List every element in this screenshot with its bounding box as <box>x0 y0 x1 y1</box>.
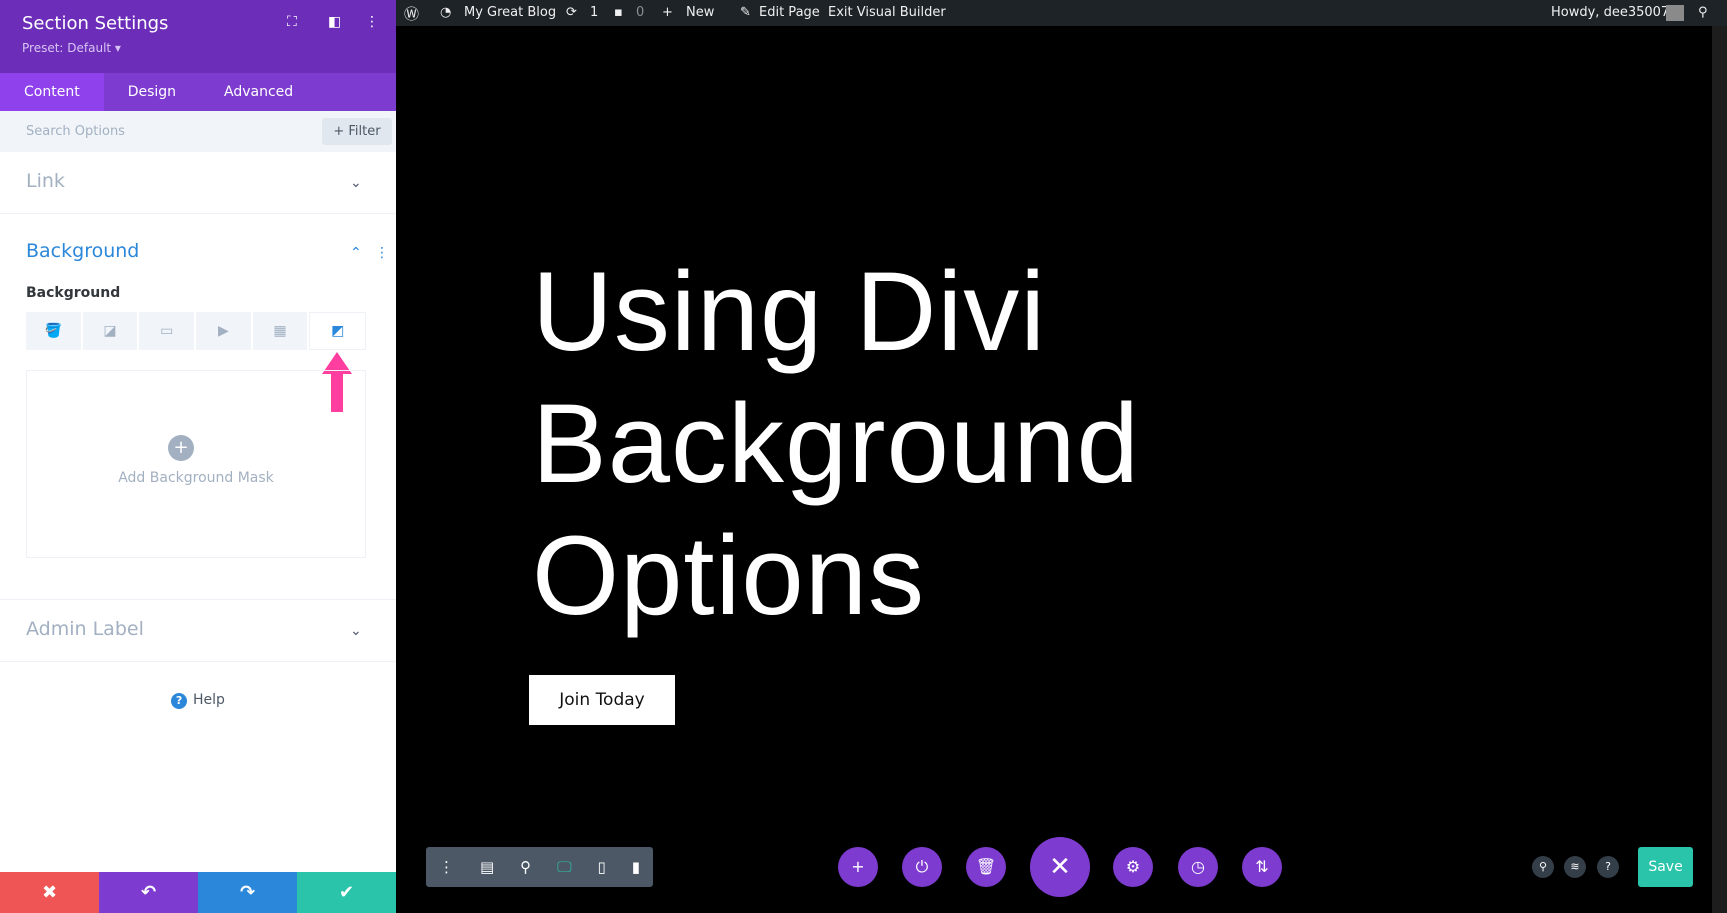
divider <box>0 213 396 214</box>
more-options-icon[interactable]: ⋮ <box>365 14 379 30</box>
load-layout-icon[interactable]: ⏻ <box>902 847 942 887</box>
view-mode-toolbar: ⋮ ▤ ⚲ 🖵 ▯ ▮ <box>426 847 653 887</box>
history-icon[interactable]: ◷ <box>1178 847 1218 887</box>
help-icon: ? <box>171 693 188 709</box>
zoom-icon[interactable]: ⚲ <box>520 858 531 876</box>
edit-page-link[interactable]: Edit Page <box>759 5 820 20</box>
updates-icon[interactable]: ⟳ <box>566 5 577 20</box>
gear-icon[interactable]: ⚙ <box>1113 847 1153 887</box>
site-name-link[interactable]: My Great Blog <box>464 5 556 20</box>
exit-visual-builder-link[interactable]: Exit Visual Builder <box>828 5 946 20</box>
video-icon[interactable]: ▶ <box>196 312 251 350</box>
close-icon[interactable]: ✕ <box>1030 837 1090 897</box>
tab-design[interactable]: Design <box>104 73 200 111</box>
panel-footer: ✖ ↶ ↷ ✔ <box>0 872 396 913</box>
gradient-icon[interactable]: ◪ <box>82 312 138 350</box>
redo-button[interactable]: ↷ <box>198 872 297 913</box>
chevron-up-icon[interactable]: ⌃ <box>350 245 362 261</box>
search-placeholder: Search Options <box>26 124 125 139</box>
headline-line: Background <box>532 381 1140 506</box>
howdy-user[interactable]: Howdy, dee35007 <box>1551 5 1669 20</box>
search-icon[interactable]: ⚲ <box>1698 5 1708 20</box>
search-icon[interactable]: ⚲ <box>1532 856 1554 878</box>
chevron-down-icon[interactable]: ⌄ <box>350 623 362 639</box>
divider <box>0 599 396 600</box>
more-icon[interactable]: ⋮ <box>439 858 454 876</box>
save-button[interactable]: Save <box>1638 847 1693 887</box>
help-label: Help <box>193 692 225 708</box>
background-label: Background <box>26 285 121 301</box>
desktop-icon[interactable]: 🖵 <box>557 858 571 876</box>
portability-icon[interactable]: ⇅ <box>1242 847 1282 887</box>
comments-icon[interactable]: ▪ <box>614 5 623 20</box>
fullscreen-icon[interactable]: ⛶ <box>287 14 297 30</box>
chevron-down-icon[interactable]: ⌄ <box>350 175 362 191</box>
panel-header <box>0 0 396 73</box>
split-view-icon[interactable]: ◧ <box>328 14 341 30</box>
add-mask-area[interactable] <box>26 370 366 558</box>
section-background[interactable]: Background <box>26 240 139 262</box>
add-mask-label[interactable]: Add Background Mask <box>26 470 366 486</box>
headline-line: Options <box>532 513 925 638</box>
color-fill-icon[interactable]: 🪣 <box>26 312 81 350</box>
undo-button[interactable]: ↶ <box>99 872 198 913</box>
help-link[interactable]: ? Help <box>0 692 396 709</box>
help-icon[interactable]: ? <box>1597 856 1619 878</box>
cancel-button[interactable]: ✖ <box>0 872 99 913</box>
hero-headline: Using Divi Background Options <box>532 246 1140 642</box>
filter-button[interactable]: + Filter <box>322 118 392 145</box>
plus-icon: + <box>662 5 673 20</box>
confirm-button[interactable]: ✔ <box>297 872 396 913</box>
tab-content[interactable]: Content <box>0 73 104 111</box>
comments-count[interactable]: 0 <box>636 5 644 20</box>
avatar[interactable] <box>1666 5 1684 21</box>
tablet-icon[interactable]: ▯ <box>598 858 606 876</box>
panel-tabs: Content Design Advanced <box>0 73 396 111</box>
headline-line: Using Divi <box>532 249 1047 374</box>
updates-count[interactable]: 1 <box>590 5 598 20</box>
background-type-tabs: 🪣 ◪ ▭ ▶ ▦ ◩ <box>26 312 367 350</box>
pencil-icon: ✎ <box>740 5 751 20</box>
mask-icon[interactable]: ◩ <box>309 312 367 350</box>
wp-admin-bar: Ⓦ ◔ My Great Blog ⟳ 1 ▪ 0 + New ✎ Edit P… <box>396 0 1727 26</box>
wireframe-icon[interactable]: ▤ <box>480 858 494 876</box>
trash-icon[interactable]: 🗑 <box>966 847 1006 887</box>
panel-title: Section Settings <box>22 13 169 34</box>
tab-advanced[interactable]: Advanced <box>200 73 317 111</box>
new-link[interactable]: New <box>686 5 714 20</box>
preset-dropdown[interactable]: Preset: Default ▾ <box>22 41 121 55</box>
section-link[interactable]: Link <box>26 170 65 192</box>
section-menu-icon[interactable]: ⋮ <box>375 245 389 261</box>
wordpress-logo-icon[interactable]: Ⓦ <box>404 3 419 24</box>
layers-icon[interactable]: ≋ <box>1564 856 1586 878</box>
settings-panel: Section Settings Preset: Default ▾ ⛶ ◧ ⋮… <box>0 0 396 913</box>
section-admin-label[interactable]: Admin Label <box>26 618 144 640</box>
divider <box>0 661 396 662</box>
join-today-button[interactable]: Join Today <box>529 675 675 725</box>
phone-icon[interactable]: ▮ <box>632 858 640 876</box>
pattern-icon[interactable]: ▦ <box>252 312 308 350</box>
image-icon[interactable]: ▭ <box>139 312 195 350</box>
dashboard-icon: ◔ <box>440 5 452 20</box>
add-icon[interactable]: + <box>838 847 878 887</box>
plus-icon[interactable]: + <box>168 435 194 461</box>
